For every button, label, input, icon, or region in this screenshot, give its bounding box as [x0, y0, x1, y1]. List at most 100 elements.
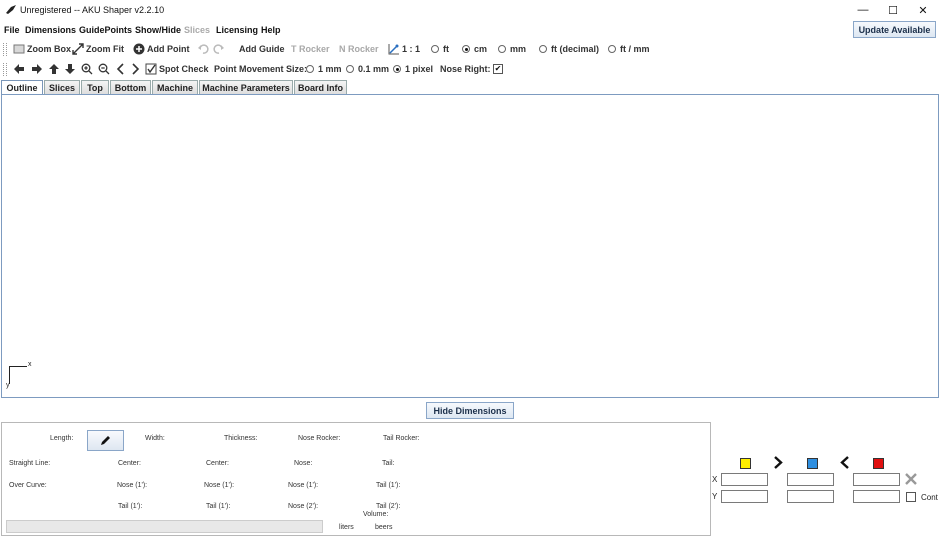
pm-1mm-label[interactable]: 1 mm — [318, 64, 342, 74]
toolbar-grip[interactable] — [3, 63, 7, 76]
tab-board-info[interactable]: Board Info — [294, 80, 347, 95]
arrow-down-icon[interactable] — [64, 63, 76, 75]
tail-1ft-label: Tail (1'): — [118, 503, 143, 510]
maximize-button[interactable]: ☐ — [878, 0, 908, 20]
update-available-button[interactable]: Update Available — [853, 21, 936, 38]
pencil-icon — [101, 436, 110, 445]
zoom-in-icon[interactable] — [81, 63, 93, 75]
t-rocker-button[interactable]: T Rocker — [291, 44, 330, 54]
arrow-left-icon[interactable] — [13, 63, 25, 75]
volume-field — [6, 520, 323, 533]
menu-file[interactable]: File — [4, 25, 20, 35]
tab-bottom[interactable]: Bottom — [110, 80, 151, 95]
chevron-right-icon[interactable] — [129, 63, 141, 75]
nose-2ft-label: Nose (2'): — [288, 503, 319, 510]
red-x-input[interactable] — [853, 473, 900, 486]
continuous-label: Cont — [921, 493, 938, 502]
hide-dimensions-button[interactable]: Hide Dimensions — [426, 402, 514, 419]
unit-ft-radio[interactable] — [431, 45, 439, 53]
spot-check-icon — [145, 63, 157, 75]
add-point-button[interactable]: Add Point — [147, 44, 190, 54]
add-guide-button[interactable]: Add Guide — [239, 44, 285, 54]
straight-line-label: Straight Line: — [9, 460, 51, 467]
pm-0-1mm-radio[interactable] — [346, 65, 354, 73]
title-bar: Unregistered -- AKU Shaper v2.2.10 — ☐ ✕ — [0, 0, 940, 20]
y-coordinate-label: Y — [712, 492, 718, 501]
menu-licensing[interactable]: Licensing — [216, 25, 258, 35]
nose-1ft-label: Nose (1'): — [117, 482, 148, 489]
tab-machine[interactable]: Machine — [152, 80, 198, 95]
spot-check-button[interactable]: Spot Check — [159, 64, 209, 74]
redo-icon[interactable] — [213, 43, 225, 55]
unit-cm-radio[interactable] — [462, 45, 470, 53]
view-tabs: Outline Slices Top Bottom Machine Machin… — [0, 80, 940, 95]
thickness-label: Thickness: — [224, 435, 258, 442]
continuous-checkbox[interactable] — [906, 492, 916, 502]
arrow-up-icon[interactable] — [48, 63, 60, 75]
menu-show-hide[interactable]: Show/Hide — [135, 25, 181, 35]
zoom-box-button[interactable]: Zoom Box — [27, 44, 71, 54]
yellow-y-input[interactable] — [721, 490, 768, 503]
pm-1pixel-label[interactable]: 1 pixel — [405, 64, 433, 74]
tail-rocker-label: Tail Rocker: — [383, 435, 420, 442]
zoom-out-icon[interactable] — [98, 63, 110, 75]
nose-right-label: Nose Right: — [440, 64, 491, 74]
minimize-button[interactable]: — — [848, 0, 878, 20]
arrow-right-icon[interactable] — [31, 63, 43, 75]
blue-x-input[interactable] — [787, 473, 834, 486]
toolbar-grip[interactable] — [3, 43, 7, 56]
red-point-swatch[interactable] — [873, 458, 884, 469]
pm-0-1mm-label[interactable]: 0.1 mm — [358, 64, 389, 74]
unit-ft-mm-label[interactable]: ft / mm — [620, 44, 650, 54]
over-curve-label: Over Curve: — [9, 482, 47, 489]
chevron-left-icon[interactable] — [115, 63, 127, 75]
tab-machine-parameters[interactable]: Machine Parameters — [199, 80, 293, 95]
x-coordinate-label: X — [712, 475, 718, 484]
nose-right-checkbox[interactable]: ✔ — [493, 64, 503, 74]
window-title: Unregistered -- AKU Shaper v2.2.10 — [20, 5, 165, 15]
delete-point-icon[interactable] — [905, 473, 917, 485]
point-editor-panel: X Y Cont — [712, 455, 940, 515]
blue-y-input[interactable] — [787, 490, 834, 503]
unit-ft-decimal-radio[interactable] — [539, 45, 547, 53]
outline-canvas[interactable]: x y — [1, 94, 939, 398]
tab-slices[interactable]: Slices — [44, 80, 80, 95]
zoom-fit-button[interactable]: Zoom Fit — [86, 44, 124, 54]
next-point-icon[interactable] — [772, 456, 784, 469]
volume-label: Volume: — [363, 511, 389, 518]
tab-outline[interactable]: Outline — [1, 80, 43, 95]
pm-1mm-radio[interactable] — [306, 65, 314, 73]
unit-ft-decimal-label[interactable]: ft (decimal) — [551, 44, 599, 54]
blue-point-swatch[interactable] — [807, 458, 818, 469]
main-toolbar: Zoom Box Zoom Fit Add Point Add Guide T … — [0, 40, 940, 59]
unit-ft-label[interactable]: ft — [443, 44, 449, 54]
unit-ft-mm-radio[interactable] — [608, 45, 616, 53]
center-label: Center: — [206, 460, 229, 467]
tail-2ft-label: Tail (2'): — [376, 503, 401, 510]
dimensions-panel: Length: Width: Thickness: Nose Rocker: T… — [1, 422, 711, 536]
menu-dimensions[interactable]: Dimensions — [25, 25, 76, 35]
tail-label: Tail: — [382, 460, 395, 467]
unit-mm-radio[interactable] — [498, 45, 506, 53]
pm-1pixel-radio[interactable] — [393, 65, 401, 73]
red-y-input[interactable] — [853, 490, 900, 503]
tail-1ft-label: Tail (1'): — [206, 503, 231, 510]
menu-slices[interactable]: Slices — [184, 25, 210, 35]
add-point-icon — [133, 43, 145, 55]
unit-mm-label[interactable]: mm — [510, 44, 526, 54]
close-button[interactable]: ✕ — [908, 0, 938, 20]
menu-guidepoints[interactable]: GuidePoints — [79, 25, 132, 35]
length-label: Length: — [50, 435, 74, 442]
liters-label: liters — [339, 524, 354, 531]
unit-cm-label[interactable]: cm — [474, 44, 487, 54]
n-rocker-button[interactable]: N Rocker — [339, 44, 379, 54]
undo-icon[interactable] — [197, 43, 209, 55]
edit-length-button[interactable] — [87, 430, 124, 451]
menu-help[interactable]: Help — [261, 25, 281, 35]
previous-point-icon[interactable] — [839, 456, 851, 469]
point-movement-label: Point Movement Size: — [214, 64, 308, 74]
yellow-x-input[interactable] — [721, 473, 768, 486]
scale-label[interactable]: 1 : 1 — [402, 44, 420, 54]
yellow-point-swatch[interactable] — [740, 458, 751, 469]
tab-top[interactable]: Top — [81, 80, 109, 95]
